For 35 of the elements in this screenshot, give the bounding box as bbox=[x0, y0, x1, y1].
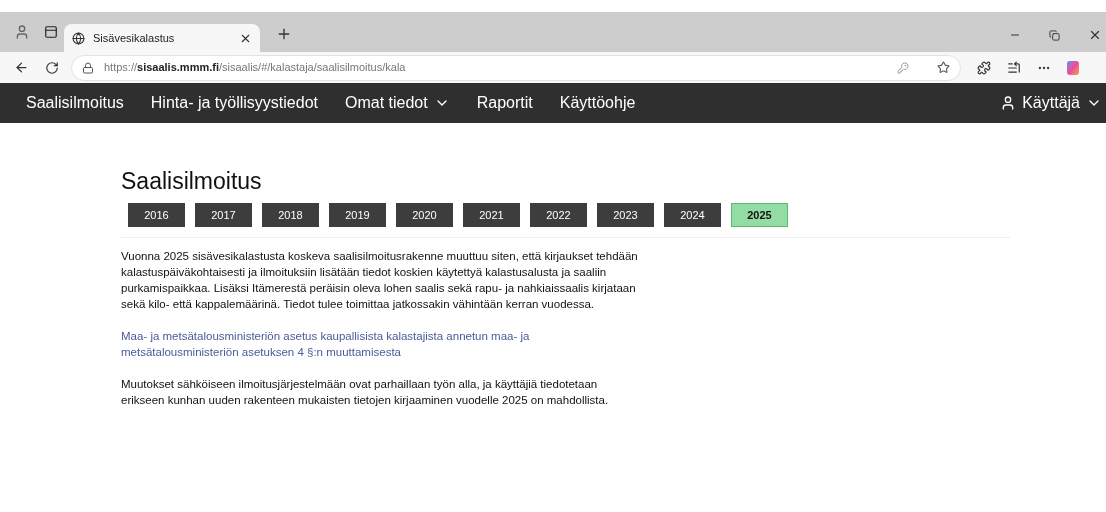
reload-icon[interactable] bbox=[45, 60, 59, 75]
year-tab[interactable]: 2021 bbox=[463, 203, 520, 227]
favorite-icon[interactable] bbox=[937, 61, 950, 74]
url-text: https://sisaalis.mmm.fi/sisaalis/#/kalastaja/saalisilmoitus/kala bbox=[104, 60, 407, 76]
year-tab[interactable]: 2024 bbox=[664, 203, 721, 227]
close-icon[interactable] bbox=[1088, 28, 1102, 42]
back-icon[interactable] bbox=[14, 60, 29, 75]
intro-paragraph: Vuonna 2025 sisävesikalastusta koskeva saalisilmoitusrakenne muuttuu siten, että kirjaukset tehdään kalastuspäiväkohtaisesti ja ilmoituksiin lisätään tiedot koskien käytettyä kalastusalusta ja saaliin purkamispaikkaa. Lisäksi Itämerestä peräisin oleva lohen saalis sekä rapu- ja nahkiaissaalis kirjataan sekä kilo- että kappalemäärinä. Tiedot tulee toimittaa jatkossakin vähintään kerran vuodessa. bbox=[121, 249, 639, 312]
lock-icon bbox=[82, 61, 94, 74]
year-tab[interactable]: 2017 bbox=[195, 203, 252, 227]
note-paragraph: Muutokset sähköiseen ilmoitusjärjestelmään ovat parhaillaan työn alla, ja käyttäjiä tiedotetaan erikseen kunhan uuden rakenteen mukaisten tietojen kirjaaminen vuodelle 2025 on mahdollista. bbox=[121, 377, 610, 408]
globe-icon bbox=[72, 31, 85, 45]
browser-tab[interactable]: Sisävesikalastus bbox=[64, 24, 260, 52]
regulation-link[interactable]: Maa- ja metsätalousministeriön asetus kaupallisista kalastajista annetun maa- ja metsätalousministeriön asetuksen 4 §:n muuttamisesta bbox=[121, 328, 1010, 360]
new-tab-icon[interactable] bbox=[276, 26, 292, 42]
year-tab[interactable]: 2022 bbox=[530, 203, 587, 227]
nav-link[interactable]: Raportit bbox=[476, 91, 533, 115]
profile-icon[interactable] bbox=[14, 24, 30, 40]
tab-title: Sisävesikalastus bbox=[93, 30, 176, 46]
nav-link[interactable]: Saalisilmoitus bbox=[26, 91, 124, 115]
nav-link[interactable]: Omat tiedot bbox=[345, 91, 450, 115]
year-tab[interactable]: 2023 bbox=[597, 203, 654, 227]
year-tab[interactable]: 2020 bbox=[396, 203, 453, 227]
year-tab[interactable]: 2019 bbox=[329, 203, 386, 227]
nav-link[interactable]: Hinta- ja työllisyystiedot bbox=[150, 91, 318, 115]
page-title: Saalisilmoitus bbox=[121, 167, 263, 195]
address-bar[interactable]: https://sisaalis.mmm.fi/sisaalis/#/kalastaja/saalisilmoitus/kala bbox=[71, 54, 961, 81]
extensions-icon[interactable] bbox=[977, 60, 991, 75]
restore-icon[interactable] bbox=[1049, 29, 1060, 41]
nav-link[interactable]: Käyttöohje bbox=[559, 91, 636, 115]
year-tab[interactable]: 2025 bbox=[731, 203, 788, 227]
year-tab[interactable]: 2016 bbox=[128, 203, 185, 227]
year-tab[interactable]: 2018 bbox=[262, 203, 319, 227]
user-menu[interactable]: Käyttäjä bbox=[1000, 91, 1102, 115]
tab-actions-icon[interactable] bbox=[44, 25, 58, 39]
